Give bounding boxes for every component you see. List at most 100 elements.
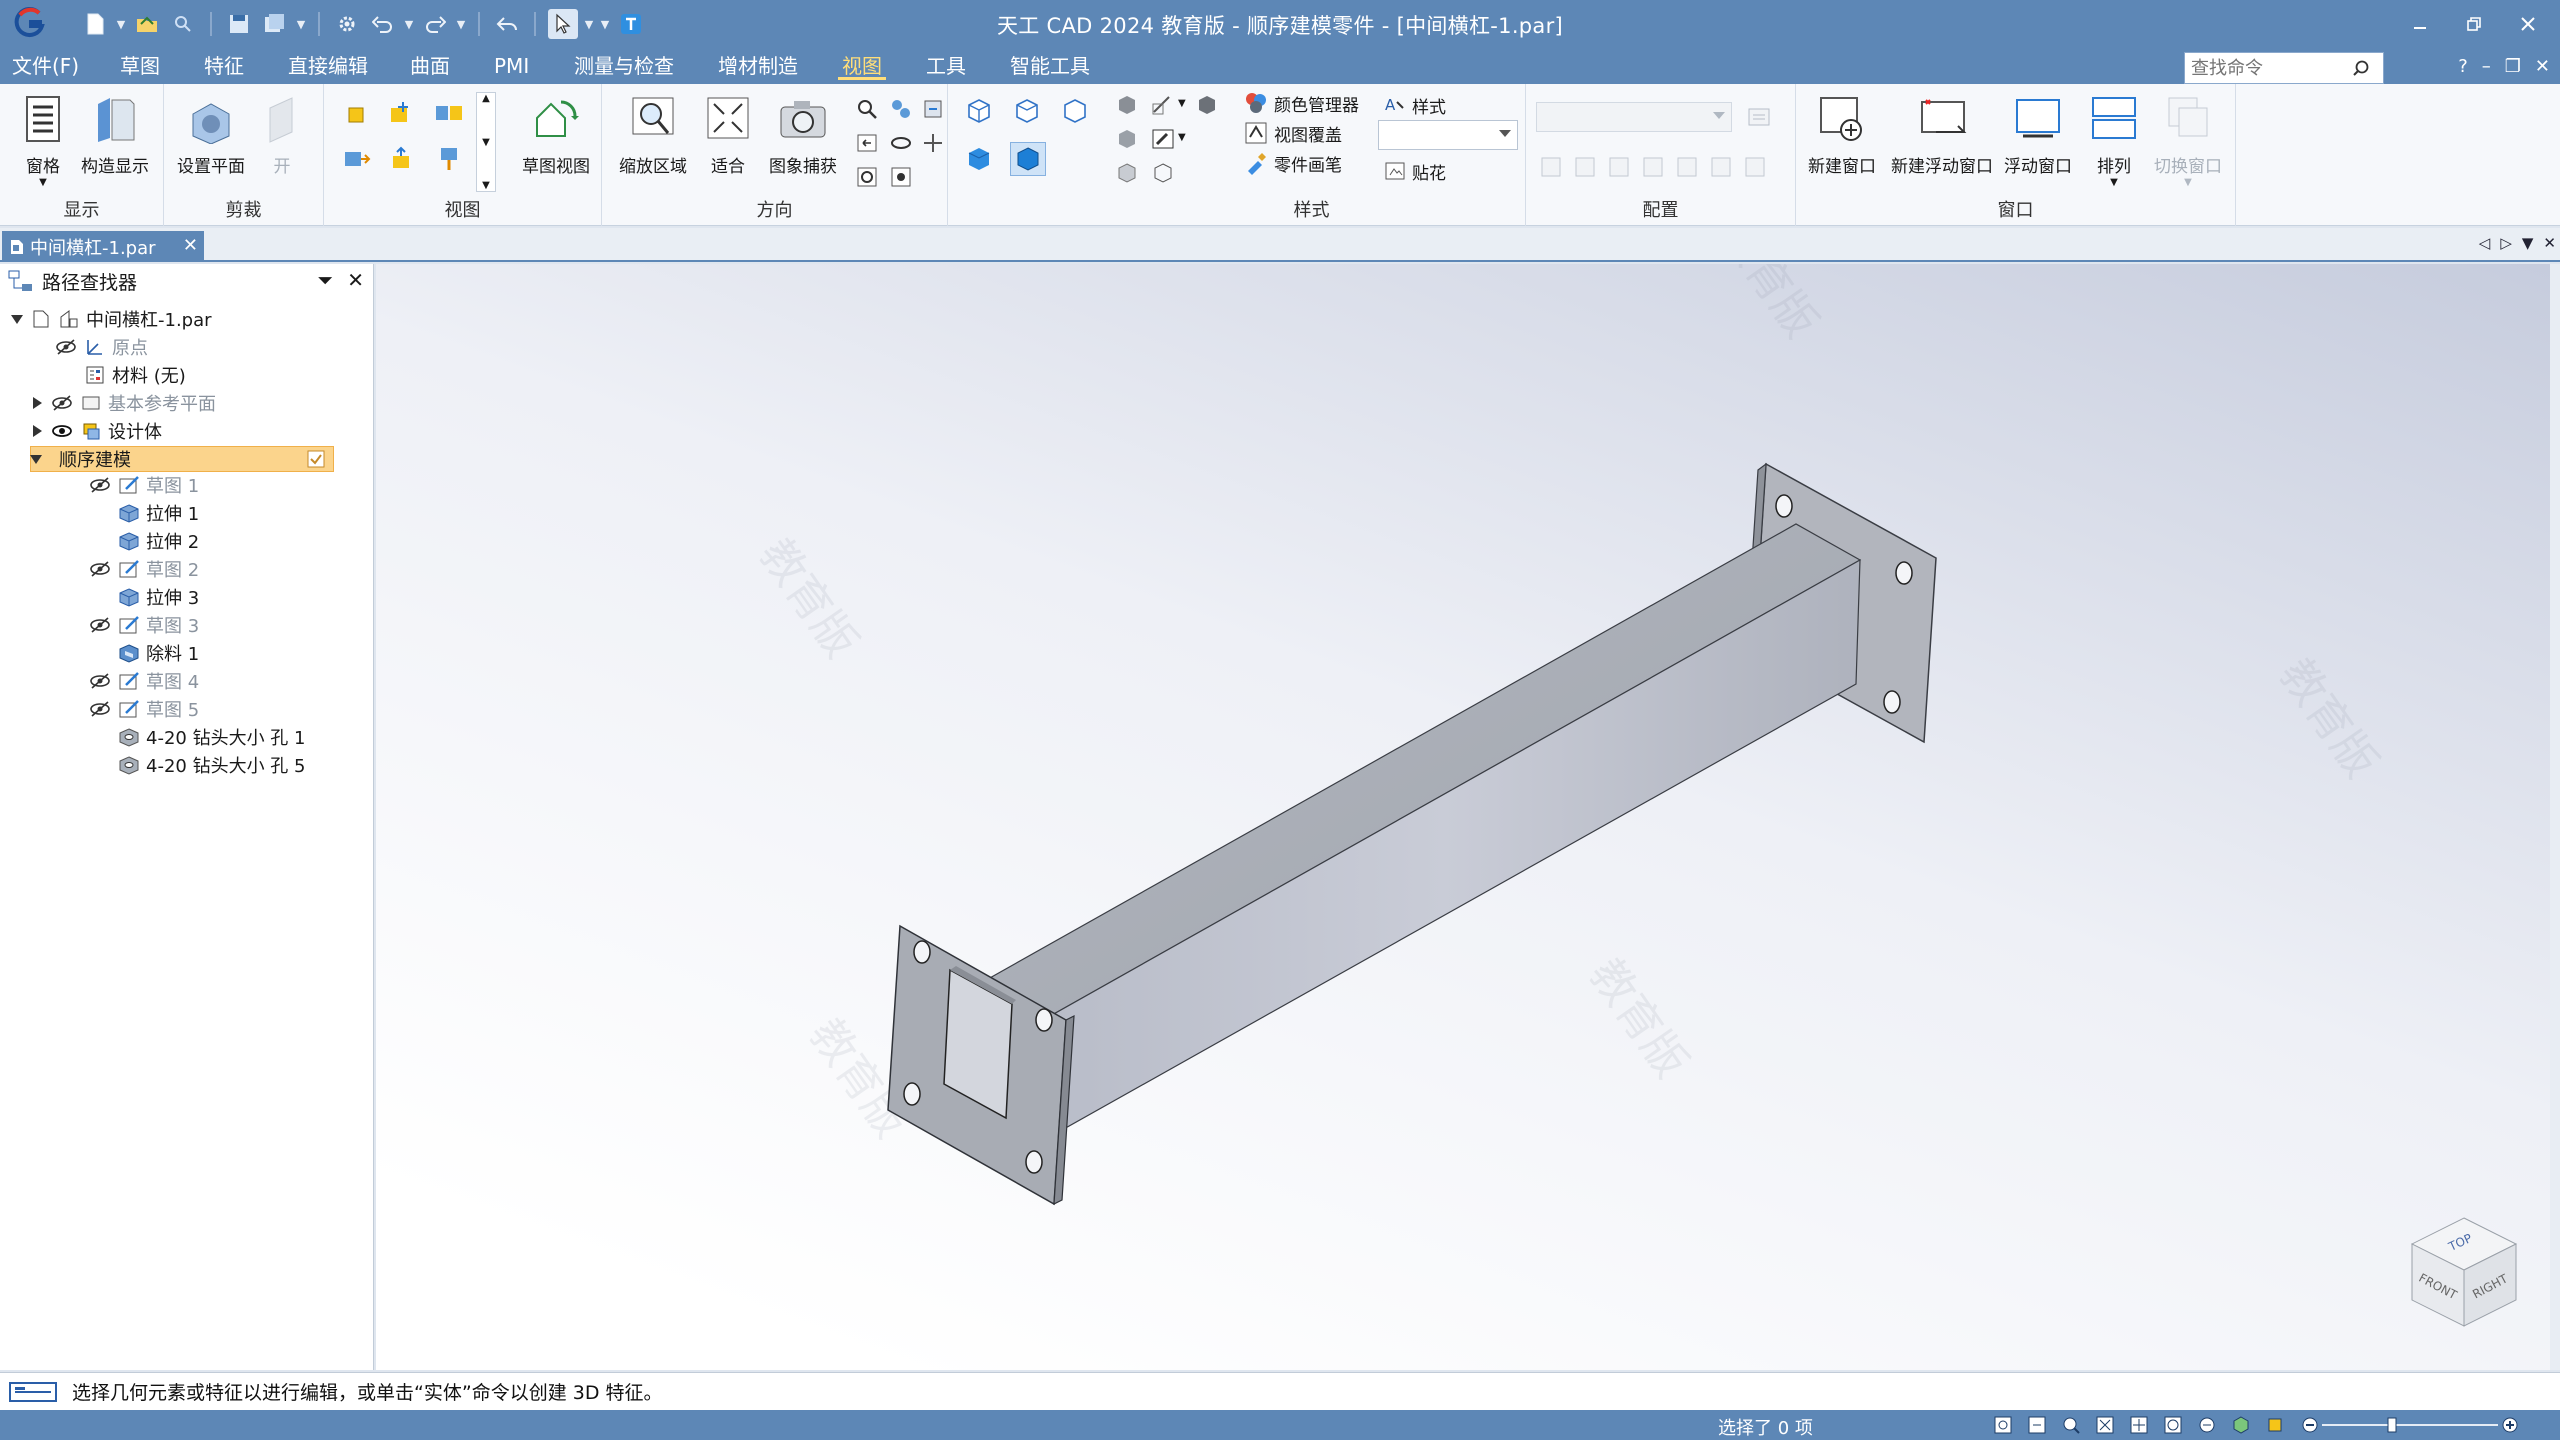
edge-style-dropdown-icon[interactable]: ▼ [1178,98,1186,109]
tree-item-sketch-3[interactable]: 草图 3 [88,612,199,638]
tab-smart-tools[interactable]: 智能工具 [1006,52,1094,80]
restore-icon[interactable] [2452,6,2496,42]
status-view-tool-icon-2[interactable] [2024,1413,2050,1437]
view-scroll-control[interactable]: ▲ ▼ ▼ [476,92,496,192]
tree-item-sketch-4[interactable]: 草图 4 [88,668,199,694]
floating-window-button[interactable]: 浮动窗口 [1998,90,2078,190]
new-floating-window-button[interactable]: 新建浮动窗口 [1886,90,1998,190]
close-icon[interactable] [2506,6,2550,42]
construction-display-button[interactable]: 构造显示 [80,90,150,190]
status-pan-icon[interactable] [2126,1413,2152,1437]
status-fit-icon[interactable] [2092,1413,2118,1437]
zoom-slider[interactable] [2300,1416,2530,1434]
decal-button[interactable]: 贴花 [1384,156,1446,186]
status-view-tool-icon-1[interactable] [1990,1413,2016,1437]
view-dimetric-icon[interactable] [1012,96,1042,126]
view-cube[interactable]: TOP FRONT RIGHT [2404,1212,2524,1332]
prompt-bar-icon[interactable] [8,1378,58,1406]
expand-icon[interactable] [30,396,44,410]
view-add-icon[interactable] [386,98,416,128]
fit-button[interactable]: 适合 [698,90,758,190]
look-at-icon[interactable] [886,162,916,192]
view-split-icon[interactable] [434,98,464,128]
tree-item-sketch-2[interactable]: 草图 2 [88,556,199,582]
tilt-view-icon[interactable] [918,128,948,158]
3d-viewport[interactable]: 教育版 教育版 教育版 教育版 教育版 [376,264,2550,1370]
tab-list-dropdown-icon[interactable]: ▼ [2522,234,2534,252]
tab-additive[interactable]: 增材制造 [714,52,802,80]
clip-open-button[interactable]: 开 [252,90,312,190]
tab-direct-edit[interactable]: 直接编辑 [284,52,372,80]
help-button[interactable]: ? [2458,56,2468,77]
config-tool-icon-5[interactable] [1672,152,1702,182]
tab-scroll-right-icon[interactable]: ▷ [2500,234,2512,252]
file-menu[interactable]: 文件(F) [8,52,83,80]
arrange-button[interactable]: 排列 ▼ [2082,90,2146,190]
hidden-eye-icon[interactable] [88,475,112,495]
search-icon[interactable] [2345,53,2377,83]
view-stack-icon[interactable] [386,144,416,174]
tree-item-design-body[interactable]: 设计体 [30,418,162,444]
config-tool-icon-3[interactable] [1604,152,1634,182]
pathfinder-options-icon[interactable]: ⏷ [317,268,333,292]
tab-features[interactable]: 特征 [200,52,248,80]
tab-view[interactable]: 视图 [838,52,886,80]
hidden-eye-icon[interactable] [54,337,78,357]
config-tool-icon-7[interactable] [1740,152,1770,182]
pane-dropdown-icon[interactable]: ▼ [39,177,47,188]
previous-view-icon[interactable] [852,128,882,158]
tab-surface[interactable]: 曲面 [406,52,454,80]
view-overlay-button[interactable]: 视图覆盖 [1244,118,1342,148]
new-window-button[interactable]: 新建窗口 [1802,90,1882,190]
view-down-icon[interactable] [434,144,464,174]
ribbon-restore-icon[interactable]: ❐ [2505,56,2521,77]
configuration-dropdown[interactable] [1536,102,1732,132]
tree-item-hole-1[interactable]: 4-20 钻头大小 孔 1 [118,724,305,750]
hidden-eye-icon[interactable] [88,699,112,719]
document-tab[interactable]: 中间横杠-1.par ✕ [2,231,204,262]
config-tool-icon-6[interactable] [1706,152,1736,182]
view-cube-yellow-icon[interactable] [342,98,372,128]
configuration-manage-icon[interactable] [1744,102,1774,132]
shading-icon-1[interactable] [1112,90,1142,120]
tab-scroll-left-icon[interactable]: ◁ [2479,234,2491,252]
ribbon-minimize-icon[interactable]: – [2482,56,2491,77]
ordered-modeling-check-icon[interactable] [307,450,325,473]
status-spin-icon[interactable] [2194,1413,2220,1437]
arrange-dropdown-icon[interactable]: ▼ [2110,177,2118,188]
visible-eye-icon[interactable] [50,421,74,441]
tree-root[interactable]: 中间横杠-1.par [10,306,212,332]
config-tool-icon-2[interactable] [1570,152,1600,182]
zoom-area-button[interactable]: 缩放区域 [612,90,694,190]
view-move-icon[interactable] [342,144,372,174]
pan-icon[interactable] [886,94,916,124]
pathfinder-close-icon[interactable]: ✕ [347,268,364,292]
pane-button[interactable]: 窗格 ▼ [8,90,78,190]
tree-item-origin[interactable]: 原点 [54,334,148,360]
tab-tools[interactable]: 工具 [922,52,970,80]
tree-item-sketch-1[interactable]: 草图 1 [88,472,199,498]
shading-icon-3[interactable] [1112,124,1142,154]
hidden-eye-icon[interactable] [50,393,74,413]
close-all-tabs-icon[interactable]: ✕ [2543,234,2556,252]
rotate-view-icon[interactable] [918,94,948,124]
tree-item-extrude-3[interactable]: 拉伸 3 [118,584,199,610]
zoom-icon[interactable] [852,94,882,124]
part-model[interactable] [376,264,2550,1370]
hidden-eye-icon[interactable] [88,615,112,635]
rotate-icon[interactable] [852,162,882,192]
collapse-icon[interactable] [29,452,43,466]
shaded-view-icon[interactable] [964,144,994,174]
switch-window-dropdown-icon[interactable]: ▼ [2184,177,2192,188]
expand-icon[interactable] [30,424,44,438]
tree-item-ordered-modeling[interactable]: 顺序建模 [30,446,334,472]
style-button[interactable]: A 样式 [1384,90,1446,120]
edge-style-icon[interactable] [1148,90,1178,120]
status-zoom-icon[interactable] [2058,1413,2084,1437]
ribbon-close-icon[interactable]: ✕ [2535,56,2550,77]
tab-measure-inspect[interactable]: 测量与检查 [570,52,678,80]
tab-pmi[interactable]: PMI [490,52,533,80]
hidden-eye-icon[interactable] [88,671,112,691]
config-tool-icon-1[interactable] [1536,152,1566,182]
color-manager-button[interactable]: 颜色管理器 [1244,88,1359,118]
